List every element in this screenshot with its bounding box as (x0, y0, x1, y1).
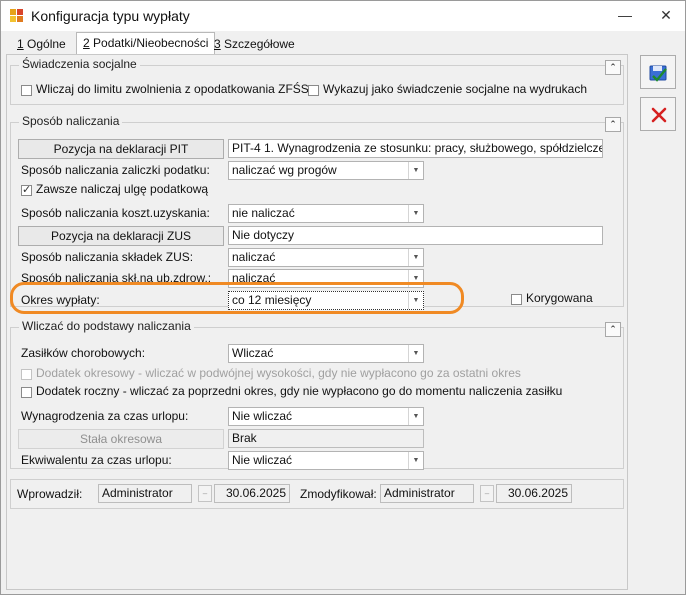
show-on-printouts-checkbox[interactable] (308, 85, 319, 96)
corrected-label: Korygowana (526, 291, 593, 305)
annual-bonus-label: Dodatek roczny - wliczać za poprzedni ok… (36, 384, 563, 398)
tab-strip: 1 Ogólne 2 Podatki/Nieobecności 3 Szczeg… (1, 31, 685, 55)
vacation-value: Nie wliczać (232, 409, 293, 423)
window-title: Konfiguracja typu wypłaty (31, 8, 190, 24)
modified-by-label: Zmodyfikował: (300, 487, 377, 501)
tab-panel: Świadczenia socjalne ⌃ Wliczaj do limitu… (6, 54, 628, 590)
cancel-button[interactable] (640, 97, 676, 131)
pit-position-field[interactable]: PIT-4 1. Wynagrodzenia ze stosunku: prac… (228, 139, 603, 158)
spin-icon: – (480, 485, 494, 502)
show-on-printouts-label: Wykazuj jako świadczenie socjalne na wyd… (323, 82, 588, 96)
title-bar: Konfiguracja typu wypłaty — ✕ (1, 1, 685, 31)
save-icon (649, 65, 667, 82)
modified-date-field: 30.06.2025 (496, 484, 572, 503)
chevron-down-icon[interactable]: ▼ (408, 249, 423, 266)
periodic-bonus-label: Dodatek okresowy - wliczać w podwójnej w… (36, 366, 521, 380)
collapse-calc-button[interactable]: ⌃ (605, 117, 621, 132)
annual-bonus-checkbox[interactable] (21, 387, 32, 398)
save-button[interactable] (640, 55, 676, 89)
audit-row: Wprowadził: Administrator – 30.06.2025 Z… (10, 479, 624, 509)
zus-contrib-label: Sposób naliczania składek ZUS: (21, 250, 194, 264)
costs-combo[interactable]: nie naliczać ▼ (228, 204, 424, 223)
minimize-button[interactable]: — (611, 4, 639, 26)
spin-icon: – (198, 485, 212, 502)
app-icon (10, 9, 24, 23)
chevron-down-icon[interactable]: ▼ (408, 452, 423, 469)
tab-taxes-label: Podatki/Nieobecności (89, 36, 209, 50)
zfss-checkbox[interactable] (21, 85, 32, 96)
tab-general[interactable]: 1 Ogólne (11, 35, 72, 55)
pit-position-button[interactable]: Pozycja na deklaracji PIT (18, 139, 224, 159)
periodic-bonus-checkbox[interactable] (21, 369, 32, 380)
tab-details[interactable]: 3 Szczegółowe (208, 35, 301, 55)
zus-contrib-combo[interactable]: naliczać ▼ (228, 248, 424, 267)
zfss-label: Wliczaj do limitu zwolnienia z opodatkow… (36, 82, 309, 96)
highlight-annotation (10, 282, 464, 314)
tab-taxes[interactable]: 2 Podatki/Nieobecności (76, 32, 216, 55)
corrected-checkbox[interactable] (511, 294, 522, 305)
advance-value: naliczać wg progów (232, 163, 337, 177)
collapse-social-button[interactable]: ⌃ (605, 60, 621, 75)
group-base-title: Wliczać do podstawy naliczania (19, 319, 194, 333)
chevron-down-icon[interactable]: ▼ (408, 345, 423, 362)
entered-by-label: Wprowadził: (17, 487, 83, 501)
tax-relief-label: Zawsze naliczaj ulgę podatkową (36, 182, 209, 196)
equivalent-combo[interactable]: Nie wliczać ▼ (228, 451, 424, 470)
equivalent-label: Ekwiwalentu za czas urlopu: (21, 453, 172, 467)
group-calc-title: Sposób naliczania (19, 114, 123, 128)
chevron-down-icon[interactable]: ▼ (408, 162, 423, 179)
tab-general-key: 1 (17, 37, 24, 51)
equivalent-value: Nie wliczać (232, 453, 293, 467)
group-social-benefits: Świadczenia socjalne ⌃ Wliczaj do limitu… (10, 57, 624, 105)
costs-label: Sposób naliczania koszt.uzyskania: (21, 206, 210, 220)
group-social-title: Świadczenia socjalne (19, 57, 140, 71)
advance-label: Sposób naliczania zaliczki podatku: (21, 163, 210, 177)
dialog-window: Konfiguracja typu wypłaty — ✕ 1 Ogólne 2… (0, 0, 686, 595)
tab-taxes-key: 2 (83, 36, 90, 50)
collapse-base-button[interactable]: ⌃ (605, 322, 621, 337)
chevron-down-icon[interactable]: ▼ (408, 205, 423, 222)
advance-combo[interactable]: naliczać wg progów ▼ (228, 161, 424, 180)
group-include-in-base: Wliczać do podstawy naliczania ⌃ Zasiłkó… (10, 319, 624, 470)
entered-by-field: Administrator (98, 484, 192, 503)
tab-general-label: Ogólne (23, 37, 66, 51)
close-icon (651, 107, 667, 123)
chevron-down-icon[interactable]: ▼ (408, 408, 423, 425)
tab-details-key: 3 (214, 37, 221, 51)
costs-value: nie naliczać (232, 206, 295, 220)
fixed-periodic-button[interactable]: Stała okresowa (18, 429, 224, 449)
sickness-combo[interactable]: Wliczać ▼ (228, 344, 424, 363)
modified-by-field: Administrator (380, 484, 474, 503)
vacation-combo[interactable]: Nie wliczać ▼ (228, 407, 424, 426)
zus-position-field[interactable]: Nie dotyczy (228, 226, 603, 245)
zus-contrib-value: naliczać (232, 250, 276, 264)
tab-details-label: Szczegółowe (220, 37, 295, 51)
zus-position-button[interactable]: Pozycja na deklaracji ZUS (18, 226, 224, 246)
tax-relief-checkbox[interactable] (21, 183, 32, 196)
sickness-value: Wliczać (232, 346, 274, 360)
group-calculation-method: Sposób naliczania ⌃ Pozycja na deklaracj… (10, 114, 624, 310)
entered-date-field: 30.06.2025 (214, 484, 290, 503)
fixed-periodic-field: Brak (228, 429, 424, 448)
close-button[interactable]: ✕ (652, 4, 680, 26)
sickness-label: Zasiłków chorobowych: (21, 346, 146, 360)
vacation-label: Wynagrodzenia za czas urlopu: (21, 409, 189, 423)
